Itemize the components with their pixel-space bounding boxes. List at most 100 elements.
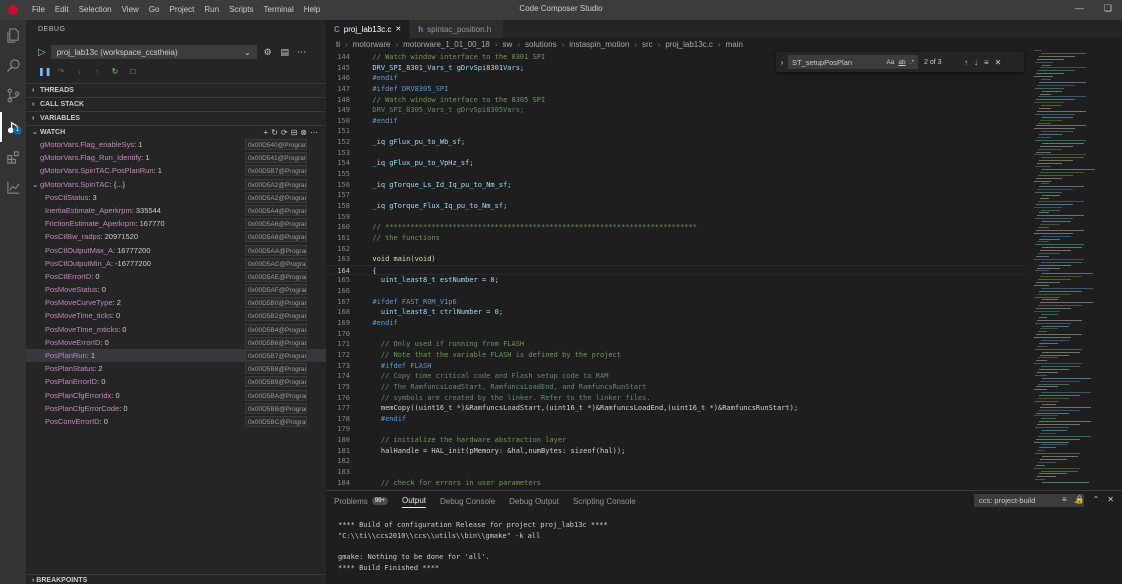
breadcrumb-item[interactable]: ti bbox=[336, 40, 340, 52]
extensions-icon[interactable] bbox=[0, 142, 26, 172]
close-panel-icon[interactable]: ✕ bbox=[1107, 495, 1114, 504]
variables-section[interactable]: › VARIABLES bbox=[26, 111, 326, 124]
breadcrumb-item[interactable]: main bbox=[726, 40, 743, 52]
watch-row[interactable]: PosPlanStatus: 2 0x00D5B8@Program bbox=[26, 362, 326, 375]
watch-row[interactable]: PosCtlStatus: 3 0x00D5A2@Program bbox=[26, 191, 326, 204]
more-icon[interactable]: ⋯ bbox=[296, 46, 308, 58]
minimap-line bbox=[1036, 360, 1047, 362]
minimap-line bbox=[1038, 200, 1084, 202]
watch-row[interactable]: gMotorVars.SpinTAC.PosPlanRun: 1 0x00D5B7… bbox=[26, 164, 326, 177]
panel-tab[interactable]: Debug Console bbox=[440, 494, 495, 508]
close-icon[interactable]: ✕ bbox=[395, 25, 401, 33]
code-line: 150 #endif bbox=[326, 116, 1026, 127]
menu-item-terminal[interactable]: Terminal bbox=[264, 4, 294, 16]
find-in-selection-icon[interactable]: ≡ bbox=[984, 58, 989, 67]
chevron-right-icon: › bbox=[517, 40, 520, 49]
breadcrumb-item[interactable]: sw bbox=[503, 40, 513, 52]
code-text: _iq gTorque_Flux_Iq_pu_to_Nm_sf; bbox=[364, 201, 508, 210]
watch-row[interactable]: PosCtlErrorID: 0 0x00D5AE@Program bbox=[26, 270, 326, 283]
gear-icon[interactable]: ⚙ bbox=[262, 46, 274, 58]
minimap[interactable] bbox=[1034, 50, 1114, 490]
menu-item-project[interactable]: Project bbox=[169, 4, 194, 16]
tab-file[interactable]: Cproj_lab13c.c ✕ bbox=[326, 20, 411, 38]
watch-row[interactable]: PosMoveCurveType: 2 0x00D5B0@Program bbox=[26, 296, 326, 309]
watch-row[interactable]: PosCtlBw_radps: 20971520 0x00D5A8@Program bbox=[26, 230, 326, 243]
start-debug-icon[interactable]: ▷ bbox=[38, 47, 46, 58]
find-input[interactable]: ST_setupPosPlan Aa ab .* bbox=[788, 55, 918, 69]
code-line: 162 bbox=[326, 244, 1026, 255]
match-case-toggle[interactable]: Aa bbox=[886, 59, 894, 66]
whole-word-toggle[interactable]: ab bbox=[898, 59, 905, 66]
watch-row[interactable]: ⌄ gMotorVars.SpinTAC: {...} 0x00D5A2@Progr… bbox=[26, 178, 326, 191]
menu-item-file[interactable]: File bbox=[32, 4, 45, 16]
watch-row[interactable]: PosConvErrorID: 0 0x00D5BC@Program bbox=[26, 415, 326, 428]
maximize-icon[interactable]: ❑ bbox=[1104, 3, 1112, 14]
menu-item-go[interactable]: Go bbox=[149, 4, 160, 16]
menu-item-edit[interactable]: Edit bbox=[55, 4, 69, 16]
step-over-icon[interactable]: ↷ bbox=[56, 67, 66, 77]
maximize-panel-icon[interactable]: ⌃ bbox=[1093, 495, 1100, 504]
watch-row[interactable]: FrictionEstimate_Aperkrpm: 167770 0x00D5A… bbox=[26, 217, 326, 230]
watch-row[interactable]: PosMoveTime_mticks: 0 0x00D5B4@Program bbox=[26, 323, 326, 336]
step-into-icon[interactable]: ↓ bbox=[74, 67, 84, 77]
breadcrumb-item[interactable]: instaspin_motion bbox=[569, 40, 629, 52]
breadcrumb-item[interactable]: src bbox=[642, 40, 653, 52]
watch-section[interactable]: ⌄ WATCH + ↻ ⟳ ⊟ ⊗ ⋯ bbox=[26, 125, 326, 138]
pause-icon[interactable]: ❚❚ bbox=[38, 67, 51, 77]
explorer-icon[interactable] bbox=[0, 20, 26, 50]
step-out-icon[interactable]: ↑ bbox=[92, 67, 102, 77]
watch-row[interactable]: PosMoveStatus: 0 0x00D5AF@Program bbox=[26, 283, 326, 296]
menu-item-scripts[interactable]: Scripts bbox=[229, 4, 253, 16]
watch-name: PosPlanRun bbox=[45, 351, 87, 360]
watch-row[interactable]: PosPlanCfgErrorCode: 0 0x00D5BB@Program bbox=[26, 402, 326, 415]
watch-row[interactable]: gMotorVars.Flag_Run_Identify: 1 0x00D541@… bbox=[26, 151, 326, 164]
code-text: _iq gTorque_Ls_Id_Iq_pu_to_Nm_sf; bbox=[364, 180, 512, 189]
watch-row[interactable]: gMotorVars.Flag_enableSys: 1 0x00D540@Pro… bbox=[26, 138, 326, 151]
menu-item-run[interactable]: Run bbox=[204, 4, 219, 16]
menu-item-selection[interactable]: Selection bbox=[79, 4, 112, 16]
next-match-icon[interactable]: ↓ bbox=[974, 58, 978, 67]
panel-tab[interactable]: Problems 99+ bbox=[334, 494, 388, 508]
watch-row[interactable]: PosPlanRun: 1 0x00D5B7@Program bbox=[26, 349, 326, 363]
launch-config-select[interactable]: proj_lab13c (workspace_ccstheia) ⌄ bbox=[50, 45, 257, 59]
code-text: #endif bbox=[364, 414, 407, 423]
panel-tab[interactable]: Debug Output bbox=[509, 494, 559, 508]
breadcrumb-item[interactable]: proj_lab13c.c bbox=[665, 40, 713, 52]
lock-scroll-icon[interactable]: 🔒 bbox=[1075, 495, 1085, 504]
terminal-icon[interactable]: ▤ bbox=[279, 46, 291, 58]
minimap-line bbox=[1041, 392, 1091, 394]
panel-tab[interactable]: Output bbox=[401, 494, 426, 508]
chevron-right-icon[interactable]: › bbox=[776, 58, 788, 67]
panel-tab[interactable]: Scripting Console bbox=[573, 494, 636, 508]
code-view[interactable]: 144 // Watch window interface to the 830… bbox=[326, 52, 1026, 490]
regex-toggle[interactable]: .* bbox=[910, 59, 914, 66]
stop-icon[interactable]: □ bbox=[128, 67, 138, 77]
clear-output-icon[interactable]: ≡ bbox=[1062, 495, 1067, 504]
watch-row[interactable]: PosCtlOutputMin_A: -16777200 0x00D5AC@Pro… bbox=[26, 257, 326, 270]
chevron-down-icon[interactable]: ⌄ bbox=[32, 178, 40, 191]
search-icon[interactable] bbox=[0, 50, 26, 80]
watch-row[interactable]: PosCtlOutputMax_A: 16777200 0x00D5AA@Prog… bbox=[26, 244, 326, 257]
watch-row[interactable]: PosPlanCfgErrorIdx: 0 0x00D5BA@Program bbox=[26, 389, 326, 402]
graph-icon[interactable] bbox=[0, 172, 26, 202]
watch-name: PosPlanCfgErrorCode bbox=[45, 403, 120, 413]
menu-item-help[interactable]: Help bbox=[304, 4, 320, 16]
watch-row[interactable]: InertiaEstimate_Aperkrpm: 335544 0x00D5A4… bbox=[26, 204, 326, 217]
watch-row[interactable]: PosPlanErrorID: 0 0x00D5B9@Program bbox=[26, 375, 326, 388]
restart-icon[interactable]: ↻ bbox=[110, 67, 120, 77]
previous-match-icon[interactable]: ↑ bbox=[964, 58, 968, 67]
breakpoints-section[interactable]: › BREAKPOINTS bbox=[26, 574, 326, 584]
callstack-section[interactable]: › CALL STACK bbox=[26, 97, 326, 110]
close-icon[interactable]: ✕ bbox=[995, 58, 1002, 67]
watch-row[interactable]: PosMoveErrorID: 0 0x00D5B6@Program bbox=[26, 336, 326, 349]
watch-row[interactable]: PosMoveTime_ticks: 0 0x00D5B2@Program bbox=[26, 309, 326, 322]
menu-item-view[interactable]: View bbox=[122, 4, 139, 16]
minimap-line bbox=[1040, 197, 1049, 199]
breadcrumb-item[interactable]: motorware_1_01_00_18 bbox=[403, 40, 490, 52]
minimize-icon[interactable]: — bbox=[1075, 3, 1084, 14]
source-control-icon[interactable] bbox=[0, 80, 26, 110]
threads-section[interactable]: › THREADS bbox=[26, 83, 326, 96]
breadcrumb-item[interactable]: solutions bbox=[525, 40, 557, 52]
breadcrumb-item[interactable]: motorware bbox=[353, 40, 391, 52]
tab-file[interactable]: h spintac_position.h bbox=[410, 20, 505, 38]
